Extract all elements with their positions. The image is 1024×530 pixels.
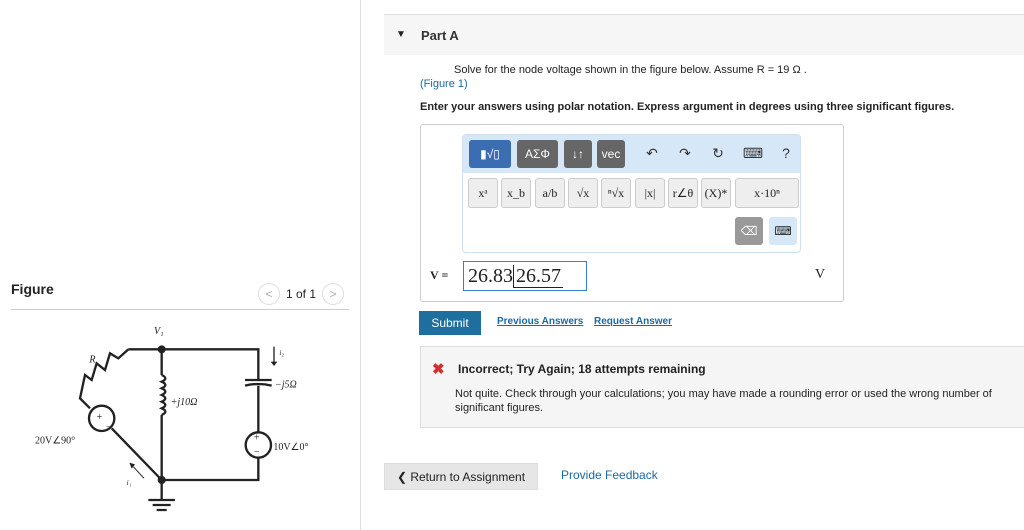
backspace-icon[interactable]: ⌫ xyxy=(735,217,763,245)
answer-input[interactable]: 26.83 26.57 xyxy=(463,261,587,291)
source1-label: 20V∠90° xyxy=(35,435,75,446)
source2-label: 10V∠0° xyxy=(273,442,308,453)
math-toolbar: ▮√▯ ΑΣΦ ↓↑ vec ↶ ↷ ↻ ⌨ ? xᵃ x_b a/b √x ⁿ… xyxy=(462,134,801,253)
answer-unit: V xyxy=(815,267,826,282)
node-label: V₁ xyxy=(154,326,164,337)
chevron-right-icon[interactable]: > xyxy=(322,283,345,305)
circuit-diagram: +− +− V₁ R 20V∠90° +j10Ω −j5Ω 10V∠0° i₁ … xyxy=(35,326,309,512)
i2-label: i₂ xyxy=(279,348,284,357)
conjugate-button[interactable]: (X)* xyxy=(701,178,731,208)
question-text: Solve for the node voltage shown in the … xyxy=(454,64,807,76)
feedback-title: Incorrect; Try Again; 18 attempts remain… xyxy=(458,362,706,376)
templates-button[interactable]: ▮√▯ xyxy=(469,140,511,168)
nth-root-button[interactable]: ⁿ√x xyxy=(601,178,631,208)
subscript-button[interactable]: x_b xyxy=(501,178,531,208)
feedback-message: Not quite. Check through your calculatio… xyxy=(455,388,992,414)
superscript-button[interactable]: xᵃ xyxy=(468,178,498,208)
figure-title: Figure xyxy=(11,281,54,297)
part-title: Part A xyxy=(421,28,459,43)
keyboard-icon[interactable]: ⌨ xyxy=(743,143,763,163)
abs-button[interactable]: |x| xyxy=(635,178,665,208)
submit-button[interactable]: Submit xyxy=(419,311,481,335)
sqrt-button[interactable]: √x xyxy=(568,178,598,208)
incorrect-x-icon: ✖ xyxy=(432,361,445,378)
arrows-button[interactable]: ↓↑ xyxy=(564,140,592,168)
request-answer-link[interactable]: Request Answer xyxy=(594,316,672,327)
collapse-triangle-icon[interactable]: ▼ xyxy=(396,29,406,40)
figure-pager: < 1 of 1 > xyxy=(258,283,345,305)
svg-text:−: − xyxy=(254,447,260,458)
part-a-header[interactable]: ▼ Part A xyxy=(384,14,1024,55)
answer-label: V = xyxy=(430,268,449,282)
angle-value: 26.57 xyxy=(513,265,563,288)
resistor-label: R xyxy=(88,355,95,366)
help-icon[interactable]: ? xyxy=(776,143,796,163)
svg-text:−: − xyxy=(106,422,112,433)
instructions: Enter your answers using polar notation.… xyxy=(420,101,955,113)
chevron-left-icon[interactable]: < xyxy=(258,283,280,305)
pager-text: 1 of 1 xyxy=(286,287,317,301)
figure-link[interactable]: (Figure 1) xyxy=(420,78,468,90)
sci-notation-button[interactable]: x·10ⁿ xyxy=(735,178,799,208)
panel-divider xyxy=(360,0,361,530)
svg-text:+: + xyxy=(254,433,260,444)
greek-button[interactable]: ΑΣΦ xyxy=(517,140,558,168)
capacitor-label: −j5Ω xyxy=(275,380,297,391)
i1-label: i₁ xyxy=(127,478,132,487)
feedback-box: ✖ Incorrect; Try Again; 18 attempts rema… xyxy=(420,346,1024,428)
fraction-button[interactable]: a/b xyxy=(535,178,565,208)
polar-button[interactable]: r∠θ xyxy=(668,178,698,208)
inductor-label: +j10Ω xyxy=(171,397,198,408)
svg-text:+: + xyxy=(97,412,103,423)
keyboard-toggle-icon[interactable]: ⌨ xyxy=(769,217,797,245)
reset-icon[interactable]: ↻ xyxy=(708,143,728,163)
return-to-assignment-button[interactable]: ❮ Return to Assignment xyxy=(384,463,538,490)
return-label: Return to Assignment xyxy=(410,469,526,484)
previous-answers-link[interactable]: Previous Answers xyxy=(497,316,583,327)
redo-icon[interactable]: ↷ xyxy=(675,143,695,163)
vec-button[interactable]: vec xyxy=(597,140,625,168)
provide-feedback-link[interactable]: Provide Feedback xyxy=(561,468,658,482)
undo-icon[interactable]: ↶ xyxy=(642,143,662,163)
figure-divider xyxy=(11,309,349,310)
chevron-left-icon: ❮ xyxy=(396,469,411,484)
magnitude-value: 26.83 xyxy=(468,265,513,287)
